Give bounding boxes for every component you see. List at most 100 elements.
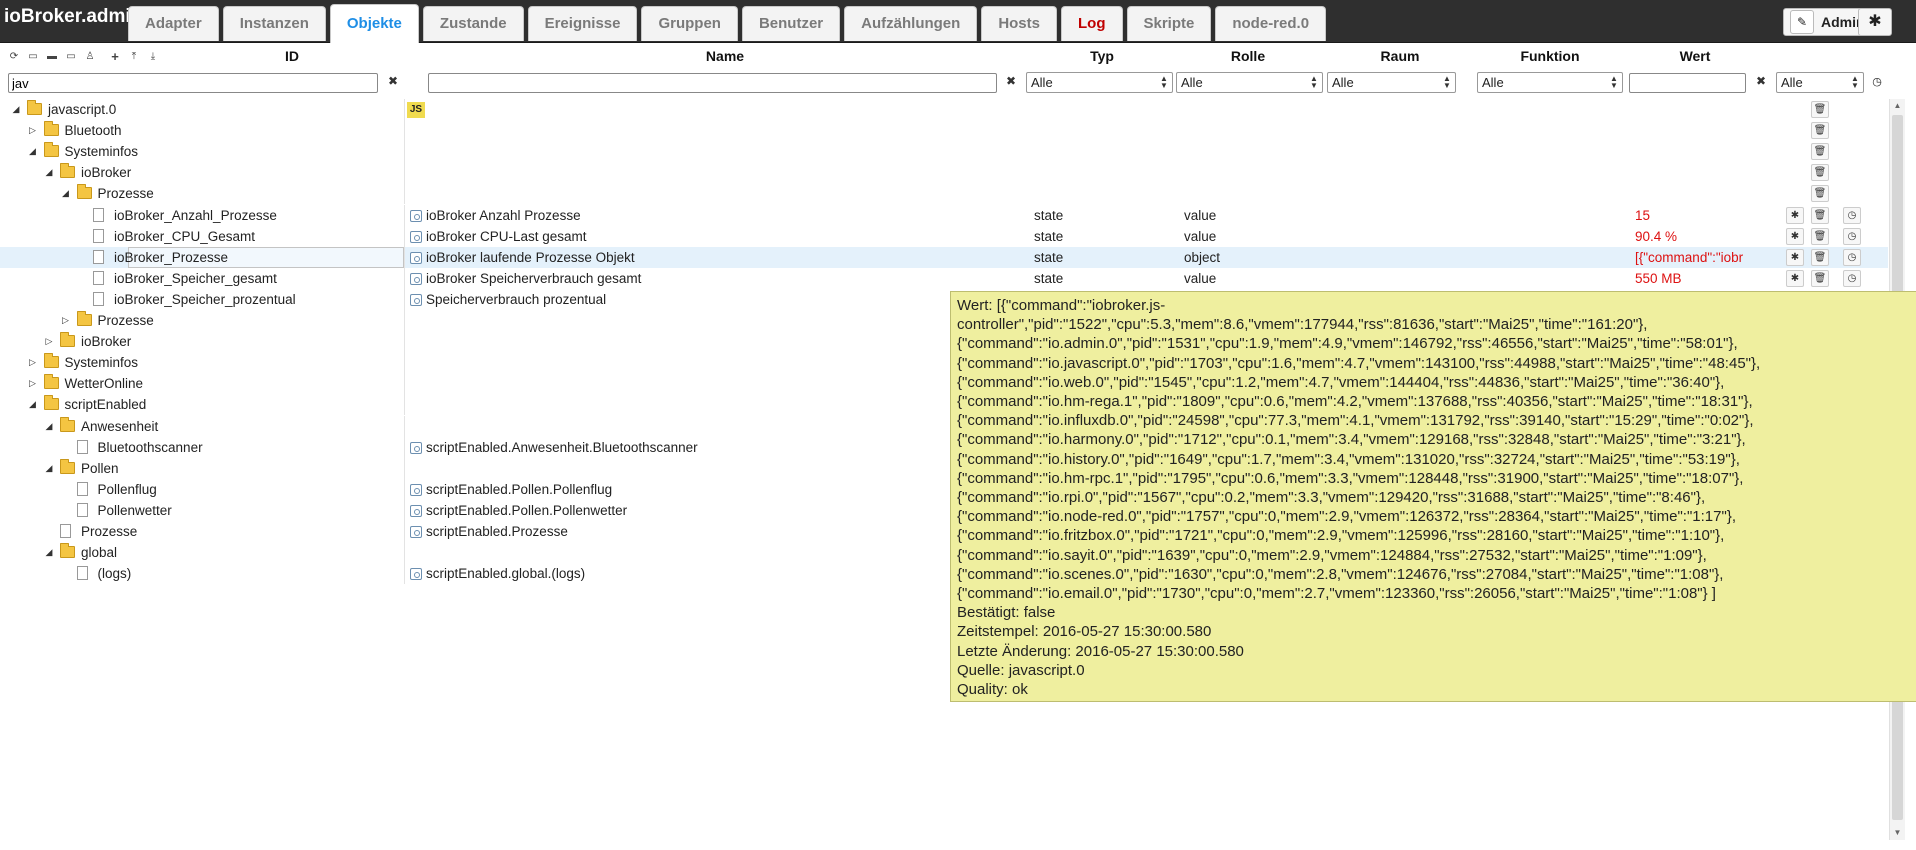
settings-button[interactable]: ✱ xyxy=(1786,270,1804,287)
clear-wert-filter-icon[interactable]: ✖ xyxy=(1753,74,1769,92)
collapse-toggle-icon[interactable]: ◢ xyxy=(60,183,72,204)
folder-open-icon[interactable]: ▭ xyxy=(63,49,79,65)
refresh-icon[interactable]: ⟳ xyxy=(6,49,22,65)
tree-row[interactable]: ioBroker_CPU_Gesamt ioBroker CPU-Last ges… xyxy=(0,226,1888,247)
scroll-up-icon[interactable]: ▲ xyxy=(1890,99,1905,113)
delete-button[interactable]: 🗑 xyxy=(1811,249,1829,266)
collapse-toggle-icon[interactable]: ◢ xyxy=(43,542,55,563)
object-value[interactable]: 90.4 % xyxy=(1635,226,1755,247)
delete-button[interactable]: 🗑 xyxy=(1811,185,1829,202)
clear-name-filter-icon[interactable]: ✖ xyxy=(1003,74,1019,92)
object-value[interactable]: 550 MB xyxy=(1635,268,1755,289)
tree-row[interactable]: ioBroker_Speicher_gesamt ioBroker Speiche… xyxy=(0,268,1888,289)
raum-filter-select[interactable]: Alle ▲ ▼ xyxy=(1327,72,1456,93)
user-icon[interactable]: ♙ xyxy=(82,49,98,65)
collapse-toggle-icon[interactable]: ◢ xyxy=(10,99,22,120)
collapse-toggle-icon[interactable]: ◢ xyxy=(43,458,55,479)
rolle-filter-select[interactable]: Alle ▲ ▼ xyxy=(1176,72,1323,93)
scroll-down-icon[interactable]: ▼ xyxy=(1890,826,1905,840)
tab-hosts[interactable]: Hosts xyxy=(981,6,1057,41)
tooltip-line: Letzte Änderung: 2016-05-27 15:30:00.580 xyxy=(957,642,1244,660)
history-icon[interactable]: ◷ xyxy=(1870,75,1884,89)
state-icon xyxy=(410,568,422,580)
name-filter-input[interactable] xyxy=(428,73,997,93)
collapse-toggle-icon[interactable]: ◢ xyxy=(43,162,55,183)
history-button[interactable]: ◷ xyxy=(1843,249,1861,266)
history-button[interactable]: ◷ xyxy=(1843,270,1861,287)
tree-row[interactable]: ◢ javascript.0 JS 🗑 xyxy=(0,99,1888,120)
tab-log[interactable]: Log xyxy=(1061,6,1123,41)
download-icon[interactable]: ⤓ xyxy=(145,49,161,65)
delete-button[interactable]: 🗑 xyxy=(1811,122,1829,139)
state-icon xyxy=(410,484,422,496)
collapse-toggle-icon[interactable]: ◢ xyxy=(27,141,39,162)
expand-toggle-icon[interactable]: ▷ xyxy=(27,352,39,373)
folder-icon xyxy=(60,332,75,347)
object-id-label: global xyxy=(81,545,118,560)
delete-button[interactable]: 🗑 xyxy=(1811,164,1829,181)
tab-ereignisse[interactable]: Ereignisse xyxy=(527,6,638,41)
column-divider xyxy=(404,310,405,331)
tooltip-line: {"command":"io.scenes.0","pid":"1630","c… xyxy=(957,565,1724,583)
tree-row[interactable]: ◢ Prozesse 🗑 xyxy=(0,183,1888,204)
clear-id-filter-icon[interactable]: ✖ xyxy=(385,74,401,92)
id-filter-input[interactable] xyxy=(8,73,378,93)
tab-skripte[interactable]: Skripte xyxy=(1126,6,1212,41)
delete-button[interactable]: 🗑 xyxy=(1811,207,1829,224)
tab-gruppen[interactable]: Gruppen xyxy=(641,6,738,41)
tab-aufz-hlungen[interactable]: Aufzählungen xyxy=(844,6,978,41)
tab-node-red-0[interactable]: node-red.0 xyxy=(1215,6,1327,41)
collapse-toggle-icon[interactable]: ◢ xyxy=(43,416,55,437)
tree-row[interactable]: ▷ Bluetooth 🗑 xyxy=(0,120,1888,141)
column-header-wert[interactable]: Wert xyxy=(1660,48,1730,64)
wert-type-filter-select[interactable]: Alle ▲ ▼ xyxy=(1776,72,1864,93)
column-header-funktion[interactable]: Funktion xyxy=(1508,48,1592,64)
upload-icon[interactable]: ⤒ xyxy=(126,49,142,65)
add-icon[interactable]: + xyxy=(107,49,123,65)
column-header-rolle[interactable]: Rolle xyxy=(1213,48,1283,64)
settings-button[interactable]: ✱ xyxy=(1786,228,1804,245)
settings-button[interactable]: ✱ xyxy=(1786,249,1804,266)
tab-zustande[interactable]: Zustande xyxy=(422,6,524,41)
tree-row[interactable]: ioBroker_Prozesse ioBroker laufende Proze… xyxy=(0,247,1888,268)
delete-button[interactable]: 🗑 xyxy=(1811,228,1829,245)
typ-filter-select[interactable]: Alle ▲ ▼ xyxy=(1026,72,1173,93)
javascript-adapter-icon: JS xyxy=(407,102,425,118)
tab-objekte[interactable]: Objekte xyxy=(329,4,419,43)
tab-adapter[interactable]: Adapter xyxy=(128,6,219,41)
tab-instanzen[interactable]: Instanzen xyxy=(222,6,326,41)
column-header-typ[interactable]: Typ xyxy=(1072,48,1132,64)
expand-toggle-icon[interactable]: ▷ xyxy=(60,310,72,331)
funktion-filter-select[interactable]: Alle ▲ ▼ xyxy=(1477,72,1623,93)
select-arrows-icon: ▲ ▼ xyxy=(1443,74,1451,90)
tooltip-line: {"command":"io.email.0","pid":"1730","cp… xyxy=(957,585,1716,603)
object-id-label: ioBroker_Prozesse xyxy=(114,250,229,265)
object-id-label: (logs) xyxy=(97,566,132,581)
history-button[interactable]: ◷ xyxy=(1843,207,1861,224)
column-header-raum[interactable]: Raum xyxy=(1365,48,1435,64)
collapse-icon[interactable]: ▭ xyxy=(25,49,41,65)
object-id-label: Prozesse xyxy=(81,524,138,539)
delete-button[interactable]: 🗑 xyxy=(1811,143,1829,160)
settings-button[interactable]: ✱ xyxy=(1858,8,1892,36)
object-value[interactable]: [{"command":"iobr xyxy=(1635,247,1755,268)
collapse-toggle-icon[interactable]: ◢ xyxy=(27,394,39,415)
expand-toggle-icon[interactable]: ▷ xyxy=(27,373,39,394)
folder-closed-icon[interactable]: ▬ xyxy=(44,49,60,65)
delete-button[interactable]: 🗑 xyxy=(1811,101,1829,118)
column-header-name[interactable]: Name xyxy=(680,48,770,64)
expand-toggle-icon[interactable]: ▷ xyxy=(43,331,55,352)
folder-icon xyxy=(43,121,59,136)
object-value[interactable]: 15 xyxy=(1635,205,1755,226)
tree-row[interactable]: ◢ Systeminfos 🗑 xyxy=(0,141,1888,162)
expand-toggle-icon[interactable]: ▷ xyxy=(27,120,39,141)
column-header-id[interactable]: ID xyxy=(260,48,324,64)
tree-row[interactable]: ioBroker_Anzahl_Prozesse ioBroker Anzahl … xyxy=(0,205,1888,226)
tab-benutzer[interactable]: Benutzer xyxy=(741,6,841,41)
settings-button[interactable]: ✱ xyxy=(1786,207,1804,224)
tree-row[interactable]: ◢ ioBroker 🗑 xyxy=(0,162,1888,183)
history-button[interactable]: ◷ xyxy=(1843,228,1861,245)
wert-filter-input[interactable] xyxy=(1629,73,1746,93)
delete-button[interactable]: 🗑 xyxy=(1811,270,1829,287)
tooltip-line: {"command":"io.admin.0","pid":"1531","cp… xyxy=(957,335,1738,353)
